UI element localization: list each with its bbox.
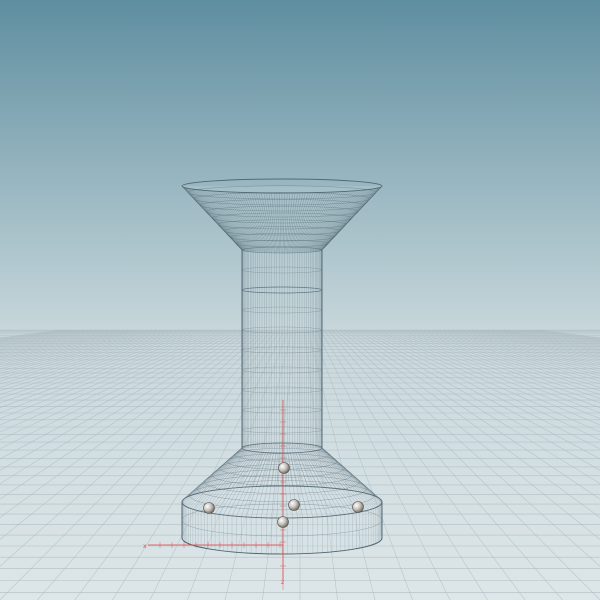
z-axis-label: z <box>281 579 284 586</box>
point-marker[interactable] <box>278 462 290 474</box>
point-marker[interactable] <box>288 499 300 511</box>
point-marker[interactable] <box>277 516 289 528</box>
point-marker[interactable] <box>203 502 215 514</box>
viewport-canvas[interactable]: xz <box>0 0 600 600</box>
x-axis-label: x <box>143 543 147 550</box>
3d-viewport[interactable]: xz <box>0 0 600 600</box>
point-marker[interactable] <box>352 501 364 513</box>
